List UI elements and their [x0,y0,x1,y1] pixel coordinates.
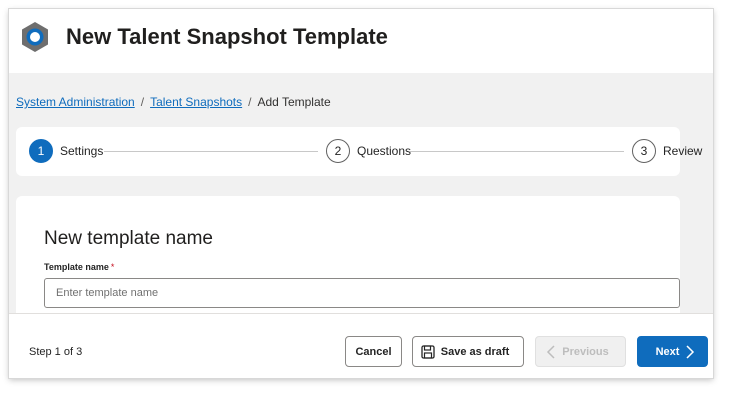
gear-icon [22,22,48,52]
save-as-draft-button[interactable]: Save as draft [412,336,524,367]
chevron-left-icon [547,344,555,359]
breadcrumb-separator: / [248,95,252,109]
previous-label: Previous [562,345,609,358]
section-heading: New template name [44,228,213,249]
chevron-right-icon [686,344,695,359]
breadcrumb: System Administration / Talent Snapshots… [16,95,331,109]
required-marker: * [110,262,115,272]
template-name-label: Template name * [44,262,114,272]
step-number: 1 [29,139,53,163]
template-name-input[interactable] [44,278,680,308]
cancel-button-label: Cancel [355,345,392,358]
app-window: New Talent Snapshot Template System Admi… [9,9,713,378]
stepper-connector [410,151,624,152]
breadcrumb-separator: / [140,95,145,109]
step-number: 3 [632,139,656,163]
next-button[interactable]: Next [637,336,708,367]
breadcrumb-current: Add Template [257,95,331,109]
step-counter: Step 1 of 3 [29,346,83,358]
step-label: Settings [60,144,104,158]
step-number: 2 [326,139,350,163]
stepper-connector [104,151,318,152]
save-as-draft-label: Save as draft [440,345,510,358]
step-label: Review [663,144,703,158]
step-questions[interactable]: 2 Questions [326,139,411,163]
next-label: Next [655,345,680,358]
breadcrumb-link-system-administration[interactable]: System Administration [16,95,135,109]
field-label-text: Template name [44,262,109,272]
step-settings[interactable]: 1 Settings [29,139,103,163]
wizard-footer: Step 1 of 3 Cancel Save as draft Previou… [9,313,713,378]
step-review[interactable]: 3 Review [632,139,702,163]
cancel-button[interactable]: Cancel [345,336,402,367]
breadcrumb-link-talent-snapshots[interactable]: Talent Snapshots [150,95,242,109]
save-icon [421,344,435,359]
wizard-stepper: 1 Settings 2 Questions 3 Review [16,127,702,176]
page-header: New Talent Snapshot Template [9,9,713,73]
page-title: New Talent Snapshot Template [66,24,388,49]
previous-button[interactable]: Previous [535,336,626,367]
step-label: Questions [357,144,412,158]
